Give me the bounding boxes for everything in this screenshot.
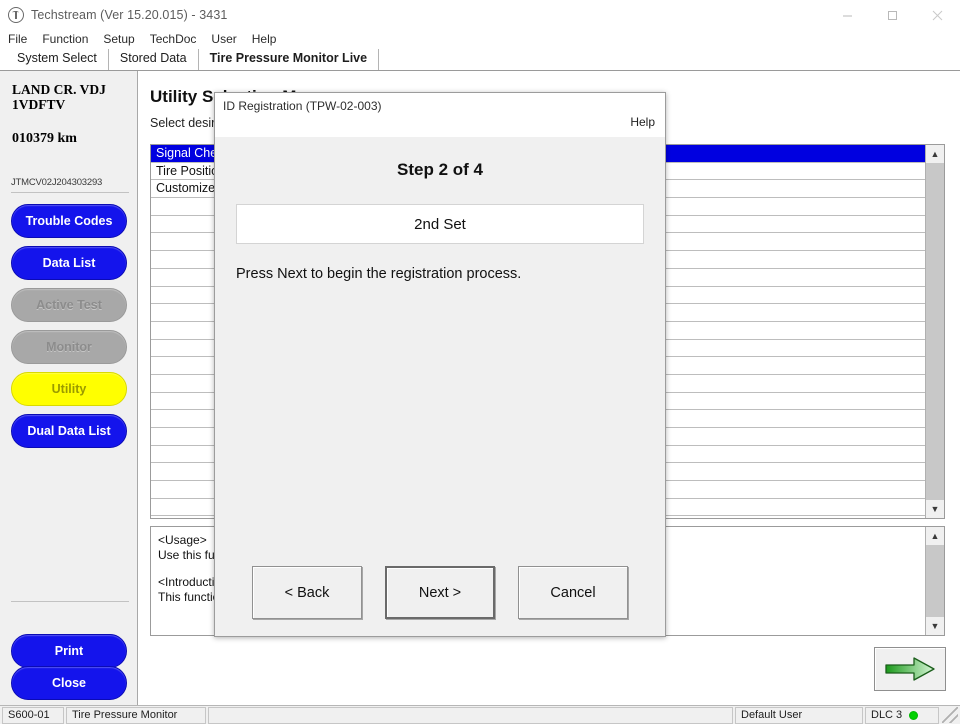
dialog-help-link[interactable]: Help — [630, 115, 655, 129]
sidebar-divider — [11, 601, 129, 602]
dialog-next-button[interactable]: Next > — [385, 566, 495, 619]
sidebar-button-active-test: Active Test — [11, 288, 127, 322]
sidebar-button-trouble-codes[interactable]: Trouble Codes — [11, 204, 127, 238]
menu-bar: File Function Setup TechDoc User Help — [0, 30, 960, 48]
close-button[interactable]: Close — [11, 666, 127, 700]
chevron-up-icon[interactable]: ▲ — [925, 527, 944, 545]
green-right-arrow-icon — [885, 657, 935, 681]
dialog-title: ID Registration (TPW-02-003) — [223, 99, 382, 113]
menu-item-setup[interactable]: Setup — [103, 32, 142, 46]
tab-system-select[interactable]: System Select — [6, 49, 109, 70]
dialog-titlebar: ID Registration (TPW-02-003) Help — [215, 93, 665, 137]
dialog-instruction: Press Next to begin the registration pro… — [236, 266, 522, 282]
resize-grip-icon[interactable] — [942, 707, 958, 723]
status-connection-label: DLC 3 — [871, 708, 903, 721]
minimize-icon[interactable] — [825, 0, 870, 30]
sidebar-button-monitor: Monitor — [11, 330, 127, 364]
scrollbar-track[interactable] — [926, 545, 944, 617]
tab-stored-data[interactable]: Stored Data — [109, 49, 199, 70]
dialog-set-value: 2nd Set — [236, 204, 644, 244]
application-window: Techstream (Ver 15.20.015) - 3431 File F… — [0, 0, 960, 724]
dialog-cancel-button[interactable]: Cancel — [518, 566, 628, 619]
odometer-label: 010379 km — [12, 131, 77, 146]
menu-item-techdoc[interactable]: TechDoc — [150, 32, 205, 46]
dialog-button-row: < Back Next > Cancel — [215, 566, 665, 619]
chevron-down-icon[interactable]: ▼ — [925, 617, 944, 635]
techstream-logo-icon — [8, 7, 24, 23]
status-indicator-dot — [909, 710, 919, 720]
utility-list-scrollbar[interactable]: ▲ ▼ — [925, 145, 944, 518]
menu-item-user[interactable]: User — [211, 32, 244, 46]
status-user: Default User — [735, 706, 863, 724]
status-connection: DLC 3 — [865, 706, 939, 724]
usage-scrollbar[interactable]: ▲ ▼ — [925, 527, 944, 635]
window-titlebar: Techstream (Ver 15.20.015) - 3431 — [0, 0, 960, 30]
tab-tire-pressure-monitor-live[interactable]: Tire Pressure Monitor Live — [199, 49, 380, 70]
maximize-icon[interactable] — [870, 0, 915, 30]
sidebar-button-dual-data-list[interactable]: Dual Data List — [11, 414, 127, 448]
close-icon[interactable] — [915, 0, 960, 30]
menu-item-function[interactable]: Function — [42, 32, 96, 46]
status-bar: S600-01 Tire Pressure Monitor Default Us… — [0, 705, 960, 724]
status-message — [208, 706, 733, 724]
id-registration-dialog: ID Registration (TPW-02-003) Help Step 2… — [214, 92, 666, 637]
print-button[interactable]: Print — [11, 634, 127, 668]
menu-item-file[interactable]: File — [8, 32, 35, 46]
tab-bar: System Select Stored Data Tire Pressure … — [0, 48, 960, 71]
chevron-up-icon[interactable]: ▲ — [925, 145, 944, 163]
window-controls — [825, 0, 960, 30]
menu-item-help[interactable]: Help — [252, 32, 285, 46]
scrollbar-track[interactable] — [926, 163, 944, 500]
vehicle-model-label: LAND CR. VDJ 1VDFTV — [12, 82, 106, 112]
sidebar-button-data-list[interactable]: Data List — [11, 246, 127, 280]
next-arrow-button[interactable] — [874, 647, 946, 691]
sidebar-button-utility[interactable]: Utility — [11, 372, 127, 406]
vin-label: JTMCV02J204303293 — [11, 177, 129, 193]
status-system: Tire Pressure Monitor — [66, 706, 206, 724]
status-code: S600-01 — [2, 706, 64, 724]
dialog-step-label: Step 2 of 4 — [397, 160, 483, 179]
dialog-back-button[interactable]: < Back — [252, 566, 362, 619]
sidebar: LAND CR. VDJ 1VDFTV 010379 km JTMCV02J20… — [0, 71, 138, 705]
chevron-down-icon[interactable]: ▼ — [925, 500, 944, 518]
window-title: Techstream (Ver 15.20.015) - 3431 — [31, 8, 228, 22]
